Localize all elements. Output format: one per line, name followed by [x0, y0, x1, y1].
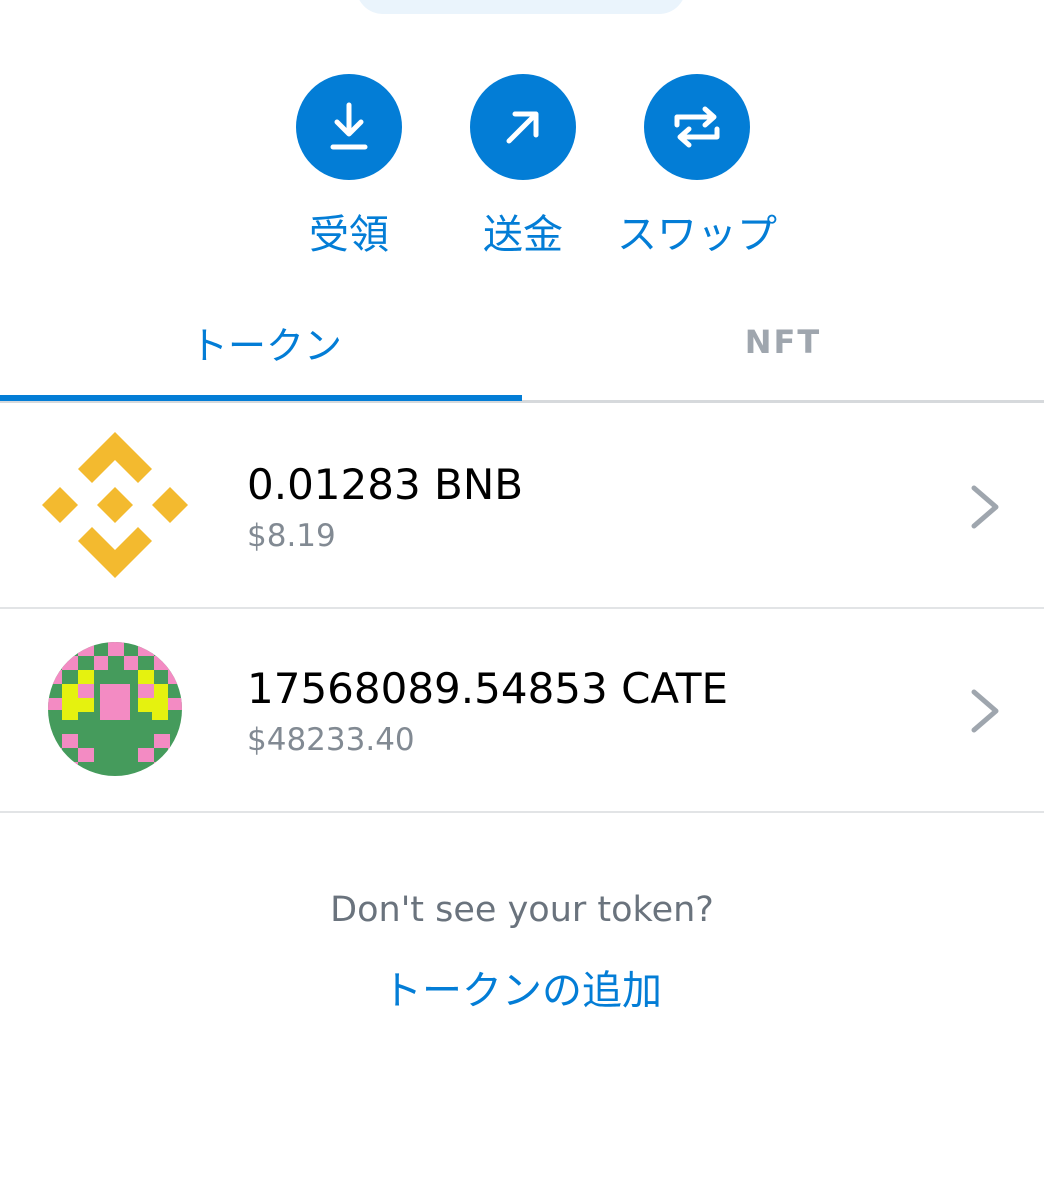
tab-active-indicator	[0, 395, 522, 401]
tab-tokens-label: トークン	[190, 323, 343, 368]
token-amount: 17568089.54853 CATE	[247, 664, 729, 713]
bnb-logo-icon	[42, 432, 188, 578]
swap-label: スワップ	[617, 212, 777, 258]
action-buttons: 受領 送金 スワップ	[0, 74, 1044, 264]
cate-pixel-logo-icon	[48, 642, 182, 776]
token-row-bnb[interactable]: 0.01283 BNB $8.19	[0, 404, 1044, 609]
account-pill[interactable]	[356, 0, 686, 14]
token-row-cate[interactable]: 17568089.54853 CATE $48233.40	[0, 608, 1044, 813]
asset-tabs: トークン NFT	[0, 284, 1044, 404]
chevron-right-icon	[971, 689, 999, 733]
swap-button[interactable]: スワップ	[617, 74, 777, 264]
token-fiat-value: $48233.40	[247, 722, 415, 758]
send-circle[interactable]	[470, 74, 576, 180]
token-fiat-value: $8.19	[247, 518, 336, 554]
wallet-screen: 受領 送金 スワップ トークン NFT 0.01283 BNB $8.19 17…	[0, 0, 1044, 1200]
add-token-link[interactable]: トークンの追加	[0, 958, 1044, 1016]
receive-circle[interactable]	[296, 74, 402, 180]
tab-nft-label: NFT	[744, 323, 822, 361]
swap-circle[interactable]	[644, 74, 750, 180]
tab-tokens[interactable]: トークン	[0, 284, 522, 400]
send-button[interactable]: 送金	[448, 74, 598, 264]
receive-button[interactable]: 受領	[274, 74, 424, 264]
swap-arrows-icon	[674, 106, 720, 148]
download-icon	[330, 102, 368, 150]
tab-nft[interactable]: NFT	[522, 284, 1044, 400]
chevron-right-icon	[971, 485, 999, 529]
missing-token-text: Don't see your token?	[330, 890, 714, 930]
arrow-up-right-icon	[506, 111, 539, 144]
token-amount: 0.01283 BNB	[247, 460, 524, 509]
